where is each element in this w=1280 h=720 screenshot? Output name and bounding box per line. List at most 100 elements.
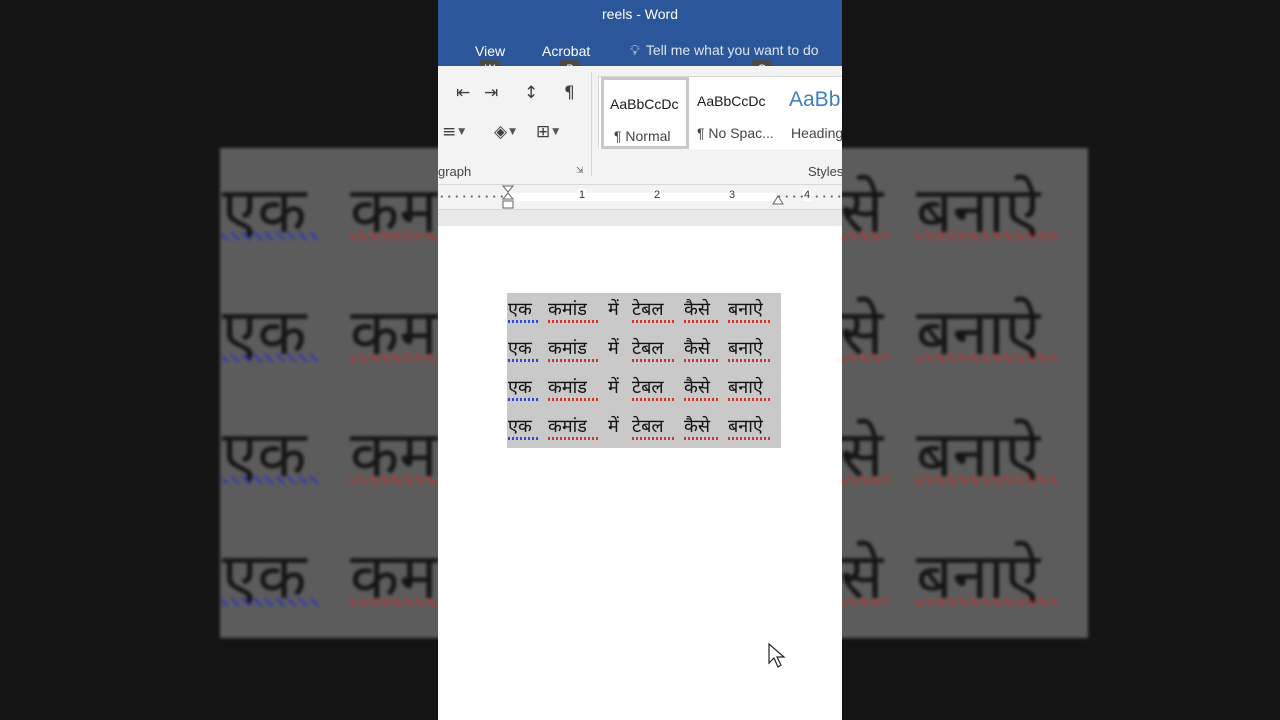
style-sample: AaBbCcDc [697, 93, 766, 109]
style-heading[interactable]: AaBb Heading [781, 77, 842, 149]
bg-squiggle [916, 476, 1060, 484]
bg-squiggle [350, 476, 440, 484]
spell-underline [728, 437, 772, 440]
grammar-underline [508, 320, 538, 323]
page-gap [438, 210, 842, 226]
document-line: एक कमांड में टेबल कैसे बनाऐ [508, 293, 782, 332]
spell-underline [548, 398, 598, 401]
tab-overflow[interactable]: ‹ [438, 43, 439, 59]
word: में [608, 377, 619, 398]
bg-squiggle [916, 354, 1060, 362]
spell-underline [548, 359, 598, 362]
grammar-underline [508, 437, 538, 440]
bg-squiggle [222, 476, 318, 484]
grammar-underline [508, 398, 538, 401]
ruler-number: 4 [803, 189, 812, 201]
word: कैसे [684, 416, 710, 437]
word: बनाऐ [728, 299, 763, 320]
tab-acrobat[interactable]: Acrobat [542, 43, 590, 59]
right-indent-marker-icon[interactable] [772, 195, 784, 207]
paragraph-group-label: graph [438, 164, 472, 179]
spell-underline [684, 359, 718, 362]
styles-gallery: AaBbCcDc ¶ Normal AaBbCcDc ¶ No Spac... … [598, 76, 842, 149]
word: कमांड [548, 416, 587, 437]
horizontal-ruler[interactable]: 1 2 3 4 [438, 185, 842, 210]
sort-icon[interactable]: ↕ [524, 83, 538, 103]
word: टेबल [632, 299, 664, 320]
shading-icon[interactable]: ◈ ▼ [494, 122, 516, 142]
window-title: reels - Word [602, 6, 678, 22]
ribbon: ⇤ ⇥ ↕ ¶ ≡ ▼ ◈ ▼ ⊞ ▼ graph ⇲ AaBbCcDc ¶ Norm… [438, 66, 842, 185]
ruler-number: 3 [728, 189, 737, 201]
spell-underline [684, 320, 718, 323]
bg-squiggle [222, 598, 318, 606]
spell-underline [728, 398, 772, 401]
chevron-down-icon: ▼ [552, 127, 560, 137]
word: कमांड [548, 377, 587, 398]
line-spacing-icon[interactable]: ≡ ▼ [442, 122, 465, 142]
word: एक [508, 299, 532, 320]
document-line: एक कमांड में टेबल कैसे बनाऐ [508, 371, 782, 410]
group-divider [591, 72, 592, 176]
spell-underline [728, 320, 772, 323]
word: बनाऐ [728, 338, 763, 359]
word: एक [508, 338, 532, 359]
bg-squiggle [840, 476, 888, 484]
dialog-launcher-icon[interactable]: ⇲ [576, 166, 584, 176]
spell-underline [728, 359, 772, 362]
spell-underline [632, 437, 674, 440]
styles-group-label: Styles [808, 164, 842, 179]
word: में [608, 299, 619, 320]
increase-indent-icon[interactable]: ⇥ [484, 83, 498, 103]
bg-squiggle [350, 232, 440, 240]
tell-me-search[interactable]: 💡︎ Tell me what you want to do [630, 42, 819, 59]
spell-underline [548, 320, 598, 323]
spell-underline [632, 320, 674, 323]
bg-squiggle [840, 598, 888, 606]
word: कैसे [684, 299, 710, 320]
grammar-underline [508, 359, 538, 362]
style-name: Heading [791, 125, 842, 141]
word: में [608, 338, 619, 359]
style-sample: AaBbCcDc [610, 96, 679, 112]
word: में [608, 416, 619, 437]
word: कैसे [684, 377, 710, 398]
title-bar: reels - Word ‹ View Acrobat 💡︎ Tell me wh… [438, 0, 842, 66]
bg-squiggle [916, 232, 1060, 240]
pilcrow-icon[interactable]: ¶ [564, 83, 575, 103]
style-name: ¶ No Spac... [697, 125, 774, 141]
decrease-indent-icon[interactable]: ⇤ [456, 83, 470, 103]
word: टेबल [632, 416, 664, 437]
bg-squiggle [840, 232, 888, 240]
lightbulb-icon: 💡︎ [630, 42, 640, 58]
chevron-down-icon: ▼ [458, 127, 466, 137]
word: कैसे [684, 338, 710, 359]
bg-squiggle [222, 232, 318, 240]
spell-underline [632, 359, 674, 362]
bg-squiggle [350, 598, 440, 606]
word: बनाऐ [728, 377, 763, 398]
indent-marker-icon[interactable] [502, 185, 514, 211]
borders-icon[interactable]: ⊞ ▼ [536, 122, 559, 142]
tell-me-text: Tell me what you want to do [645, 42, 819, 58]
document-line: एक कमांड में टेबल कैसे बनाऐ [508, 332, 782, 371]
spell-underline [548, 437, 598, 440]
bg-squiggle [222, 354, 318, 362]
tab-view[interactable]: View [475, 43, 505, 59]
document-line: एक कमांड में टेबल कैसे बनाऐ [508, 410, 782, 449]
chevron-down-icon: ▼ [509, 127, 516, 137]
word: एक [508, 377, 532, 398]
word: कमांड [548, 299, 587, 320]
bg-squiggle [350, 354, 440, 362]
spell-underline [684, 437, 718, 440]
style-name: ¶ Normal [614, 128, 671, 144]
ruler-number: 1 [578, 189, 587, 201]
word: कमांड [548, 338, 587, 359]
style-no-spacing[interactable]: AaBbCcDc ¶ No Spac... [691, 77, 779, 149]
selected-text[interactable]: एक कमांड में टेबल कैसे बनाऐ एक कमांड में… [507, 293, 781, 448]
bg-squiggle [916, 598, 1060, 606]
bg-squiggle [840, 354, 888, 362]
word: बनाऐ [728, 416, 763, 437]
style-normal[interactable]: AaBbCcDc ¶ Normal [601, 77, 689, 149]
spell-underline [684, 398, 718, 401]
